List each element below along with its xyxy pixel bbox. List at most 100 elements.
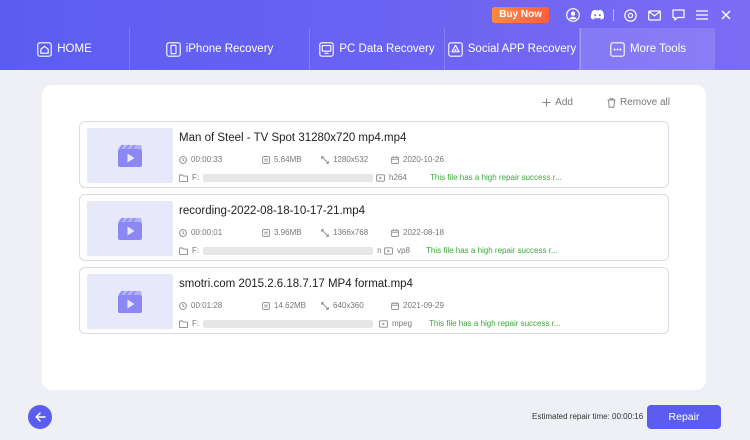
date-value: 2020-10-26 xyxy=(403,155,444,164)
repair-status: This file has a high repair success r... xyxy=(429,319,561,328)
file-path: F: xyxy=(179,319,374,328)
main-nav-tabs: HOME iPhone Recovery PC Data Recovery So… xyxy=(0,28,750,70)
file-name: Man of Steel - TV Spot 31280x720 mp4.mp4 xyxy=(179,132,407,144)
duration-value: 00:00:01 xyxy=(191,228,223,237)
calendar-icon xyxy=(391,301,399,310)
file-card[interactable]: smotri.com 2015.2.6.18.7.17 MP4 format.m… xyxy=(79,267,669,334)
file-size-icon xyxy=(262,301,270,310)
file-date: 2022-08-18 xyxy=(391,228,444,237)
file-name: recording-2022-08-18-10-17-21.mp4 xyxy=(179,205,366,217)
video-file-icon xyxy=(118,144,142,167)
file-duration: 00:01:28 xyxy=(179,301,222,310)
add-button[interactable]: Add xyxy=(542,97,573,108)
discord-icon[interactable] xyxy=(585,5,609,25)
path-redacted xyxy=(203,173,374,182)
file-card[interactable]: recording-2022-08-18-10-17-21.mp4 00:00:… xyxy=(79,194,669,261)
size-value: 3.96MB xyxy=(274,228,302,237)
close-icon[interactable] xyxy=(714,5,738,25)
arrow-left-icon xyxy=(34,412,46,422)
file-codec: mpeg xyxy=(379,319,412,328)
iphone-icon xyxy=(165,41,181,57)
file-duration: 00:00:33 xyxy=(179,155,222,164)
repair-status: This file has a high repair success r... xyxy=(430,173,562,182)
feedback-icon[interactable] xyxy=(666,5,690,25)
tab-social-app-recovery[interactable]: Social APP Recovery xyxy=(445,28,580,70)
size-value: 14.62MB xyxy=(274,301,307,310)
codec-value: h264 xyxy=(389,173,407,182)
file-duration: 00:00:01 xyxy=(179,228,222,237)
resolution-value: 1280x532 xyxy=(333,155,369,164)
path-suffix: n xyxy=(377,246,382,255)
app-header: Buy Now HOME iPhone Recovery PC Data Rec… xyxy=(0,0,750,70)
calendar-icon xyxy=(391,155,399,164)
date-value: 2021-09-29 xyxy=(403,301,444,310)
file-path: F: n xyxy=(179,246,382,255)
titlebar-divider xyxy=(613,9,614,21)
date-value: 2022-08-18 xyxy=(403,228,444,237)
clock-icon xyxy=(179,155,187,164)
codec-value: vp8 xyxy=(397,246,410,255)
resolution-icon xyxy=(321,301,329,310)
list-actions: Add Remove all xyxy=(542,97,670,108)
calendar-icon xyxy=(391,228,399,237)
file-size: 3.96MB xyxy=(262,228,302,237)
settings-icon[interactable] xyxy=(618,5,642,25)
remove-all-button[interactable]: Remove all xyxy=(607,97,670,108)
file-size: 14.62MB xyxy=(262,301,306,310)
resolution-value: 640x360 xyxy=(333,301,364,310)
file-date: 2020-10-26 xyxy=(391,155,444,164)
video-file-icon xyxy=(118,290,142,313)
clock-icon xyxy=(179,301,187,310)
home-icon xyxy=(37,41,52,57)
tab-label: PC Data Recovery xyxy=(339,43,435,55)
file-resolution: 640x360 xyxy=(321,301,364,310)
path-redacted xyxy=(203,319,374,328)
estimated-label: Estimated repair time: xyxy=(532,412,610,421)
social-app-icon xyxy=(448,41,463,57)
tab-pc-data-recovery[interactable]: PC Data Recovery xyxy=(310,28,445,70)
file-resolution: 1280x532 xyxy=(321,155,368,164)
path-prefix: F: xyxy=(192,319,200,328)
video-thumbnail xyxy=(87,274,173,329)
tab-more-tools[interactable]: More Tools xyxy=(580,28,715,70)
codec-icon xyxy=(379,319,388,328)
tab-label: iPhone Recovery xyxy=(185,43,274,55)
estimated-value: 00:00:16 xyxy=(612,412,644,421)
tab-label: HOME xyxy=(57,43,92,55)
plus-icon xyxy=(542,98,551,107)
video-thumbnail xyxy=(87,201,173,256)
file-card[interactable]: Man of Steel - TV Spot 31280x720 mp4.mp4… xyxy=(79,121,669,188)
file-date: 2021-09-29 xyxy=(391,301,444,310)
repair-button[interactable]: Repair xyxy=(647,405,721,429)
file-list-panel: Add Remove all Man of Steel - TV Spot 31… xyxy=(42,85,706,390)
buy-now-button[interactable]: Buy Now xyxy=(492,7,549,23)
clock-icon xyxy=(179,228,187,237)
codec-icon xyxy=(376,173,385,182)
codec-icon xyxy=(384,246,393,255)
folder-icon xyxy=(179,320,188,328)
file-codec: vp8 xyxy=(384,246,410,255)
tab-home[interactable]: HOME xyxy=(0,28,130,70)
trash-icon xyxy=(607,97,616,108)
path-prefix: F: xyxy=(192,246,200,255)
file-size-icon xyxy=(262,228,270,237)
video-thumbnail xyxy=(87,128,173,183)
user-icon[interactable] xyxy=(561,5,585,25)
back-button[interactable] xyxy=(28,405,52,429)
mail-icon[interactable] xyxy=(642,5,666,25)
remove-all-label: Remove all xyxy=(619,97,670,108)
resolution-icon xyxy=(321,228,329,237)
file-resolution: 1366x768 xyxy=(321,228,368,237)
estimated-repair-time: Estimated repair time: 00:00:16 xyxy=(532,412,643,421)
size-value: 5.64MB xyxy=(274,155,302,164)
duration-value: 00:01:28 xyxy=(191,301,223,310)
file-size: 5.64MB xyxy=(262,155,302,164)
codec-value: mpeg xyxy=(392,319,413,328)
tab-label: More Tools xyxy=(629,43,687,55)
file-path: F: xyxy=(179,173,374,182)
resolution-icon xyxy=(321,155,329,164)
file-codec: h264 xyxy=(376,173,407,182)
tab-iphone-recovery[interactable]: iPhone Recovery xyxy=(130,28,310,70)
file-size-icon xyxy=(262,155,270,164)
menu-icon[interactable] xyxy=(690,5,714,25)
